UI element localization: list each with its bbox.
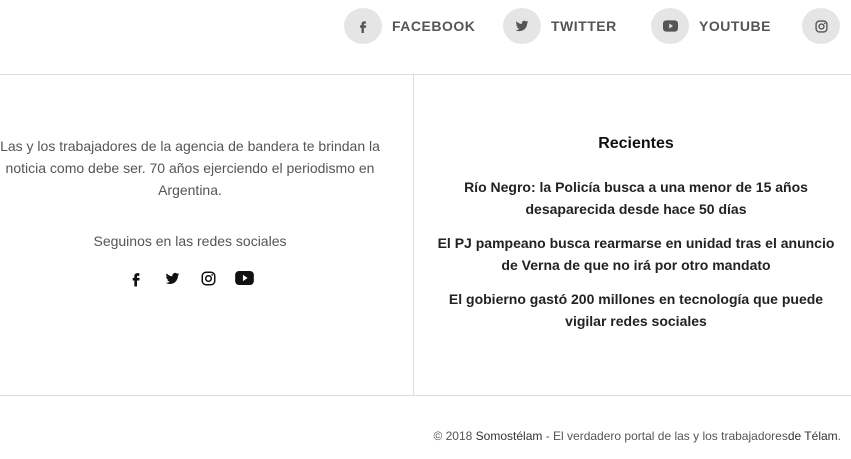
twitter-icon [503, 8, 541, 44]
youtube-label: YOUTUBE [699, 18, 771, 34]
copyright-middle: - El verdadero portal de las y los traba… [542, 429, 788, 443]
facebook-link[interactable]: FACEBOOK [344, 8, 475, 44]
facebook-label: FACEBOOK [392, 18, 476, 34]
twitter-link[interactable]: TWITTER [503, 8, 617, 44]
list-item: Río Negro: la Policía busca a una menor … [414, 176, 851, 220]
youtube-link[interactable]: YOUTUBE [651, 8, 771, 44]
twitter-icon[interactable] [154, 268, 190, 288]
social-links-bar: FACEBOOK TWITTER YOUTUBE [0, 0, 851, 74]
copyright-prefix: © 2018 [433, 429, 476, 443]
follow-label: Seguinos en las redes sociales [93, 233, 287, 249]
copyright-suffix: . [837, 429, 841, 443]
recent-article-link[interactable]: El gobierno gastó 200 millones en tecnol… [414, 288, 851, 332]
copyright: © 2018 Somostélam - El verdadero portal … [433, 429, 841, 443]
top-divider [0, 74, 851, 75]
somostelam-link[interactable]: Somostélam [476, 429, 543, 443]
list-item: El gobierno gastó 200 millones en tecnol… [414, 288, 851, 332]
bottom-divider [0, 395, 851, 396]
recent-article-link[interactable]: Río Negro: la Policía busca a una menor … [414, 176, 851, 220]
telam-link[interactable]: de Télam [788, 429, 838, 443]
twitter-label: TWITTER [551, 18, 617, 34]
list-item: El PJ pampeano busca rearmarse en unidad… [414, 232, 851, 276]
youtube-icon [651, 8, 689, 44]
recientes-title: Recientes [598, 135, 674, 152]
instagram-icon [802, 8, 840, 44]
about-text: Las y los trabajadores de la agencia de … [0, 138, 380, 198]
facebook-icon[interactable] [118, 268, 154, 288]
instagram-link[interactable] [802, 8, 840, 44]
youtube-icon[interactable] [226, 268, 262, 288]
follow-icons [0, 268, 380, 288]
recent-article-link[interactable]: El PJ pampeano busca rearmarse en unidad… [414, 232, 851, 276]
instagram-icon[interactable] [190, 268, 226, 288]
facebook-icon [344, 8, 382, 44]
recientes-list: Río Negro: la Policía busca a una menor … [414, 176, 851, 344]
